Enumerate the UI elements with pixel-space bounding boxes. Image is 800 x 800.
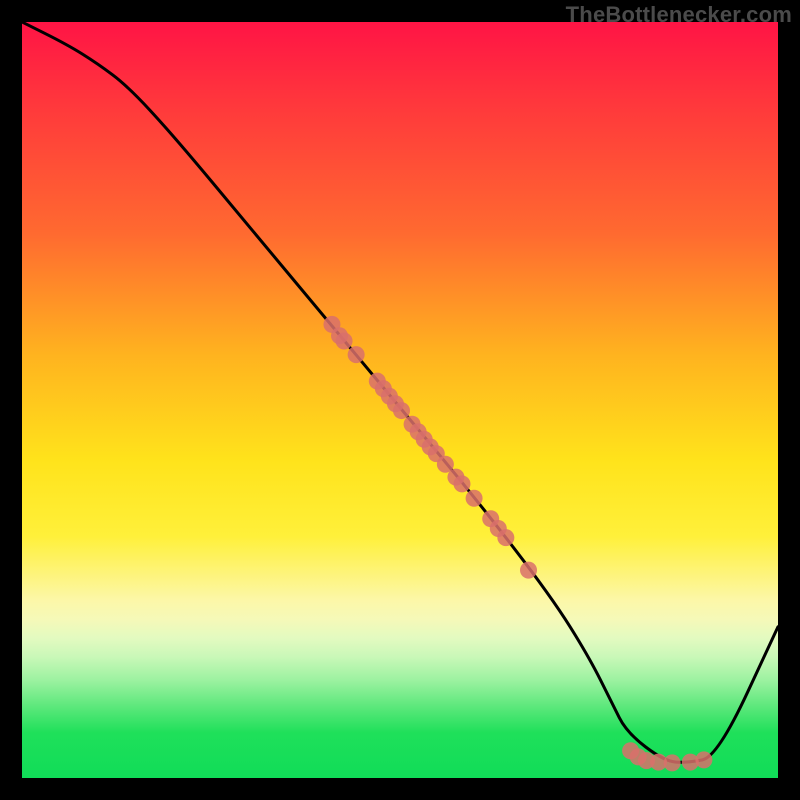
data-point — [520, 562, 537, 579]
chart-plot-area — [22, 22, 778, 778]
data-point — [466, 490, 483, 507]
data-point — [453, 475, 470, 492]
watermark-label: TheBottlenecker.com — [566, 2, 792, 28]
scatter-valley-cluster — [622, 742, 712, 771]
chart-stage: TheBottlenecker.com — [0, 0, 800, 800]
data-point — [393, 402, 410, 419]
data-point — [336, 333, 353, 350]
chart-svg — [22, 22, 778, 778]
data-point — [497, 529, 514, 546]
scatter-mid-cluster — [323, 316, 537, 579]
data-point — [664, 754, 681, 771]
data-point — [348, 346, 365, 363]
data-point — [695, 751, 712, 768]
bottleneck-curve — [22, 22, 778, 762]
